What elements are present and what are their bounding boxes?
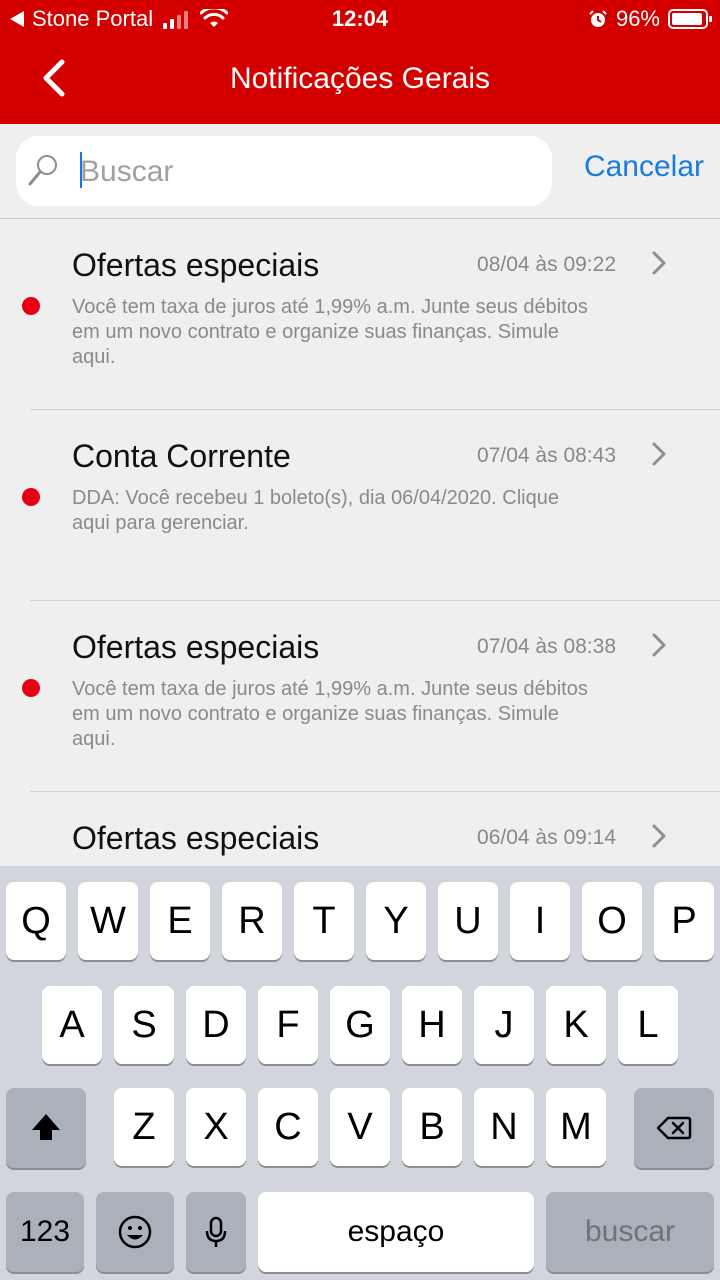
microphone-key[interactable] (186, 1192, 246, 1272)
battery-icon (668, 9, 712, 29)
key-d[interactable]: D (186, 986, 246, 1064)
search-field[interactable] (16, 136, 552, 208)
notification-title: Ofertas especiais (72, 247, 320, 283)
unread-dot (22, 297, 40, 315)
notification-date: 08/04 às 09:22 (477, 253, 616, 276)
key-m[interactable]: M (546, 1088, 606, 1166)
key-q[interactable]: Q (6, 882, 66, 960)
notification-item[interactable]: Ofertas especiais 08/04 às 09:22 Você te… (0, 219, 720, 410)
cancel-button[interactable]: Cancelar (584, 150, 704, 184)
notification-title: Conta Corrente (72, 438, 291, 474)
keyboard: Q W E R T Y U I O P A S D F G H J K L Z … (0, 866, 720, 1280)
key-p[interactable]: P (654, 882, 714, 960)
notification-date: 07/04 às 08:43 (477, 444, 616, 467)
top-bar: Stone Portal 12:04 96% Notificações Gera… (0, 0, 720, 124)
key-y[interactable]: Y (366, 882, 426, 960)
key-c[interactable]: C (258, 1088, 318, 1166)
chevron-right-icon (652, 251, 666, 275)
notification-title: Ofertas especiais (72, 629, 320, 665)
key-g[interactable]: G (330, 986, 390, 1064)
emoji-icon (118, 1215, 152, 1249)
navigation-bar: Notificações Gerais (0, 40, 720, 124)
key-j[interactable]: J (474, 986, 534, 1064)
key-a[interactable]: A (42, 986, 102, 1064)
backspace-icon (656, 1116, 692, 1140)
notification-text: Você tem taxa de juros até 1,99% a.m. Ju… (72, 678, 588, 750)
shift-key[interactable] (6, 1088, 86, 1168)
notification-text: Você tem taxa de juros até 1,99% a.m. Ju… (72, 296, 588, 368)
key-n[interactable]: N (474, 1088, 534, 1166)
chevron-right-icon (652, 824, 666, 848)
key-z[interactable]: Z (114, 1088, 174, 1166)
key-s[interactable]: S (114, 986, 174, 1064)
key-t[interactable]: T (294, 882, 354, 960)
key-f[interactable]: F (258, 986, 318, 1064)
notification-item[interactable]: Ofertas especiais 07/04 às 08:38 Você te… (0, 601, 720, 792)
chevron-right-icon (652, 633, 666, 657)
shift-icon (32, 1114, 60, 1140)
status-bar: Stone Portal 12:04 96% (0, 0, 720, 40)
key-r[interactable]: R (222, 882, 282, 960)
key-h[interactable]: H (402, 986, 462, 1064)
unread-dot (22, 488, 40, 506)
key-b[interactable]: B (402, 1088, 462, 1166)
key-e[interactable]: E (150, 882, 210, 960)
alarm-icon (589, 10, 607, 27)
key-i[interactable]: I (510, 882, 570, 960)
key-x[interactable]: X (186, 1088, 246, 1166)
search-bar: Cancelar (0, 124, 720, 219)
search-key[interactable]: buscar (546, 1192, 714, 1272)
delete-key[interactable] (634, 1088, 714, 1168)
search-icon (28, 155, 57, 186)
key-k[interactable]: K (546, 986, 606, 1064)
emoji-key[interactable] (96, 1192, 174, 1272)
chevron-right-icon (652, 442, 666, 466)
search-input[interactable] (78, 136, 540, 208)
notification-date: 06/04 às 09:14 (477, 826, 616, 849)
numbers-key[interactable]: 123 (6, 1192, 84, 1272)
notification-item[interactable]: Conta Corrente 07/04 às 08:43 DDA: Você … (0, 410, 720, 601)
key-o[interactable]: O (582, 882, 642, 960)
key-w[interactable]: W (78, 882, 138, 960)
notification-title: Ofertas especiais (72, 820, 320, 856)
status-right: 96% (588, 6, 712, 32)
key-l[interactable]: L (618, 986, 678, 1064)
key-u[interactable]: U (438, 882, 498, 960)
key-v[interactable]: V (330, 1088, 390, 1166)
battery-percentage: 96% (615, 6, 660, 31)
notification-text: DDA: Você recebeu 1 boleto(s), dia 06/04… (72, 487, 559, 534)
microphone-icon (205, 1216, 227, 1247)
unread-dot (22, 679, 40, 697)
space-key[interactable]: espaço (258, 1192, 534, 1272)
notification-date: 07/04 às 08:38 (477, 635, 616, 658)
page-title: Notificações Gerais (229, 62, 491, 95)
